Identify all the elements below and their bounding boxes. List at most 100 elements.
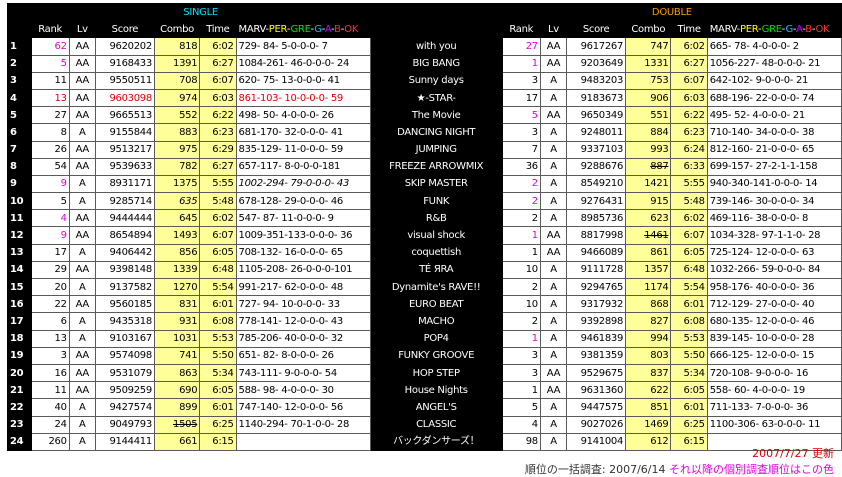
row-index: 18 (7, 329, 32, 348)
double-level: A (539, 329, 568, 348)
single-level: AA (68, 37, 96, 56)
song-title: BIG BANG (369, 54, 503, 73)
single-level: AA (68, 71, 96, 90)
double-judgements: 720-108- 9-0-0-0- 16 (706, 363, 842, 383)
double-rank: 2 (501, 277, 541, 297)
single-combo: 863 (153, 363, 201, 383)
single-judgements: 778-141- 12-0-0-0- 43 (235, 312, 371, 331)
row-index: 15 (7, 277, 32, 297)
judge-legend-part: MARV (238, 23, 266, 35)
single-judgements: 681-170- 32-0-0-0- 41 (235, 123, 371, 142)
double-level: AA (539, 243, 568, 262)
single-rank: 26 (30, 140, 70, 159)
double-score: 9392898 (566, 312, 627, 331)
single-judgements: 1084-261- 46-0-0-0- 24 (235, 54, 371, 73)
double-level: A (539, 192, 568, 211)
double-time: 6:01 (670, 295, 708, 314)
double-judgements: 1032-266- 59-0-0-0- 84 (706, 260, 842, 280)
double-combo: 1174 (625, 277, 672, 297)
table-row: 13 17 A 9406442 856 6:05 708-132- 16-0-0-0- 65… (7, 243, 842, 262)
double-time: 6:02 (670, 209, 708, 228)
double-score: 9617267 (566, 37, 627, 56)
single-combo: 1270 (153, 277, 201, 297)
double-lv-header: Lv (539, 20, 568, 39)
double-judgements: 712-129- 27-0-0-0- 40 (706, 295, 842, 314)
double-score: 8549210 (566, 174, 627, 194)
single-score: 9444444 (94, 209, 155, 228)
double-time: 6:15 (670, 432, 708, 451)
double-score: 9111728 (566, 260, 627, 280)
double-judgements: 839-145- 10-0-0-0- 28 (706, 329, 842, 348)
double-score: 9650349 (566, 106, 627, 125)
song-title: The Movie (369, 106, 503, 125)
single-rank: 8 (30, 123, 70, 142)
single-rank: 5 (30, 192, 70, 211)
single-time: 6:27 (199, 54, 237, 73)
rank-survey-color-note: それ以降の個別調査順位はこの色 (669, 463, 834, 476)
double-time: 6:25 (670, 415, 708, 434)
double-level: A (539, 123, 568, 142)
corner-cell (7, 2, 32, 22)
table-row: 24 260 A 9144411 661 6:15 バックダンサーズ！ 98 A 9141004 6… (7, 432, 842, 451)
double-combo: 1331 (625, 54, 672, 73)
single-rank: 62 (30, 37, 70, 56)
double-score: 9529675 (566, 363, 627, 383)
single-combo: 690 (153, 381, 201, 400)
table-row: 15 20 A 9137582 1270 5:54 991-217- 62-0-0-0- 4… (7, 277, 842, 297)
single-judgements: 657-117- 8-0-0-0-181 (235, 157, 371, 176)
single-score: 9137582 (94, 277, 155, 297)
double-level: A (539, 140, 568, 159)
single-level: A (68, 432, 96, 451)
song-title: coquettish (369, 243, 503, 262)
table-row: 1 62 AA 9620202 818 6:02 729- 84- 5-0-0-0- 7 wi… (7, 37, 842, 56)
single-combo: 1493 (153, 226, 201, 245)
judge-legend-part: PER (739, 23, 758, 35)
single-time: 6:27 (199, 157, 237, 176)
single-time: 5:53 (199, 329, 237, 348)
row-index: 19 (7, 346, 32, 365)
single-judgements: 1009-351-133-0-0-0- 36 (235, 226, 371, 245)
double-judgements: 680-135- 12-0-0-0- 46 (706, 312, 842, 331)
single-judgements: 1002-294- 79-0-0-0- 43 (235, 174, 371, 194)
single-score: 9406442 (94, 243, 155, 262)
double-judgements: 710-140- 34-0-0-0- 38 (706, 123, 842, 142)
row-index: 16 (7, 295, 32, 314)
row-index: 23 (7, 415, 32, 434)
single-combo-header: Combo (153, 20, 201, 39)
judge-legend-part: PER (268, 23, 287, 35)
double-judge-header: MARV-PER-GRE-G-A-B-OK (706, 20, 842, 39)
double-score: 9381359 (566, 346, 627, 365)
single-rank: 260 (30, 432, 70, 451)
double-rank: 2 (501, 192, 541, 211)
double-combo: 837 (625, 363, 672, 383)
double-judgements: 940-340-141-0-0-0- 14 (706, 174, 842, 194)
double-rank: 17 (501, 88, 541, 108)
double-combo: 1357 (625, 260, 672, 280)
double-rank: 3 (501, 123, 541, 142)
double-time: 5:55 (670, 174, 708, 194)
double-time: 6:22 (670, 106, 708, 125)
single-judgements: 1105-208- 26-0-0-0-101 (235, 260, 371, 280)
double-level: AA (539, 226, 568, 245)
single-rank: 17 (30, 243, 70, 262)
double-combo-header: Combo (625, 20, 672, 39)
single-level: AA (68, 363, 96, 383)
double-combo: 551 (625, 106, 672, 125)
double-rank: 3 (501, 346, 541, 365)
single-rank: 27 (30, 106, 70, 125)
single-judgements: 547- 87- 11-0-0-0- 9 (235, 209, 371, 228)
single-level: A (68, 415, 96, 434)
double-level: AA (539, 106, 568, 125)
table-row: 4 13 AA 9603098 974 6:03 861-103- 10-0-0-0- 59… (7, 88, 842, 108)
double-score: 9141004 (566, 432, 627, 451)
double-score: 9288676 (566, 157, 627, 176)
double-level: A (539, 260, 568, 280)
single-time: 6:07 (199, 71, 237, 90)
single-level: AA (68, 209, 96, 228)
double-time: 6:27 (670, 54, 708, 73)
single-combo: 856 (153, 243, 201, 262)
double-time: 5:34 (670, 363, 708, 383)
song-title: バックダンサーズ！ (369, 432, 503, 451)
song-title: EURO BEAT (369, 295, 503, 314)
double-score: 9483203 (566, 71, 627, 90)
